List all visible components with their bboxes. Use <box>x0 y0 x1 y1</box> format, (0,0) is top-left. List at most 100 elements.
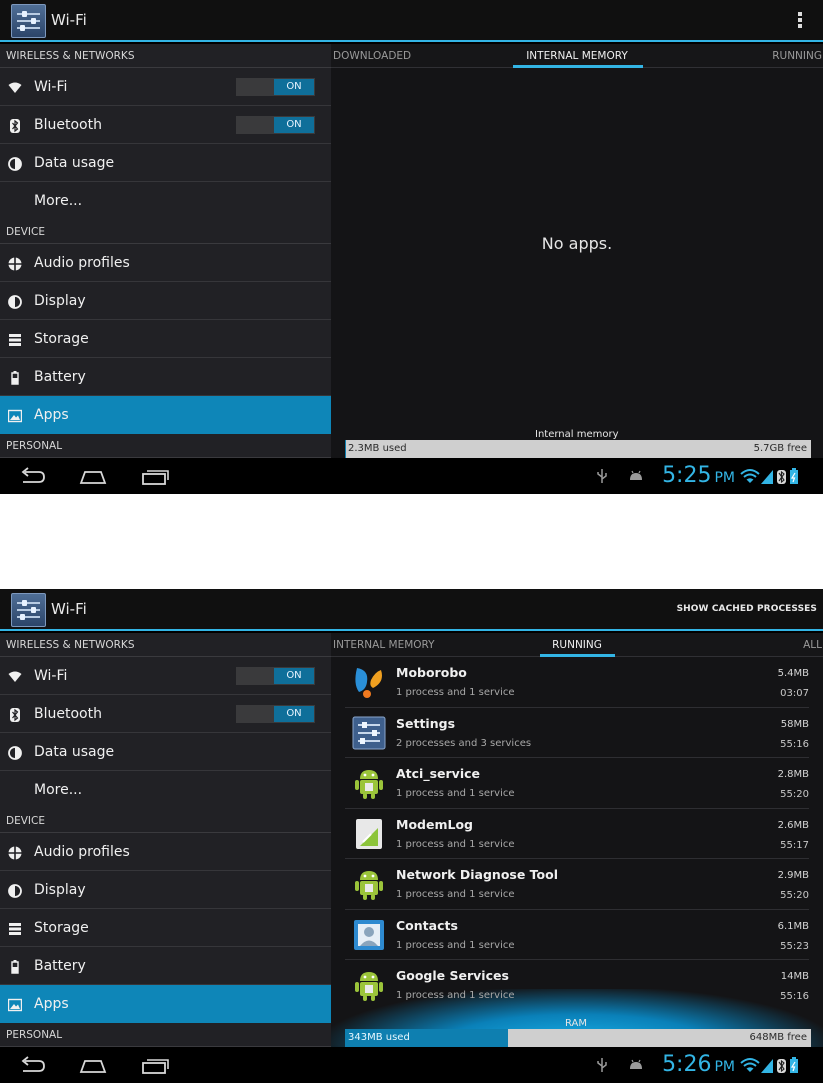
settings-item-label: Display <box>34 293 86 309</box>
settings-item-more[interactable]: More... <box>0 771 331 809</box>
settings-item-battery[interactable]: Battery <box>0 358 331 396</box>
settings-item-audio-profiles[interactable]: Audio profiles <box>0 833 331 871</box>
data-usage-icon <box>8 745 22 760</box>
process-time: 55:23 <box>780 940 809 952</box>
settings-item-battery[interactable]: Battery <box>0 947 331 985</box>
action-bar-title[interactable]: Wi-Fi <box>51 600 87 618</box>
settings-item-bluetooth[interactable]: Bluetooth ON <box>0 106 331 144</box>
show-cached-processes-button[interactable]: SHOW CACHED PROCESSES <box>677 604 817 614</box>
settings-item-audio-profiles[interactable]: Audio profiles <box>0 244 331 282</box>
storage-icon <box>8 332 22 346</box>
settings-item-more[interactable]: More... <box>0 182 331 220</box>
settings-item-bluetooth[interactable]: Bluetooth ON <box>0 695 331 733</box>
back-icon[interactable] <box>17 466 47 486</box>
process-time: 55:16 <box>780 991 809 1002</box>
settings-app-icon[interactable] <box>11 593 46 627</box>
empty-message: No apps. <box>541 234 613 253</box>
process-name: Atci_service <box>396 766 480 781</box>
process-row[interactable]: Network Diagnose Tool 1 process and 1 se… <box>345 859 809 910</box>
process-time: 55:20 <box>780 789 809 800</box>
back-icon[interactable] <box>17 1055 47 1075</box>
settings-item-wi-fi[interactable]: Wi-Fi ON <box>0 657 331 695</box>
status-icons[interactable] <box>739 1056 815 1074</box>
android-icon <box>351 866 387 902</box>
wi-fi-toggle[interactable]: ON <box>236 78 315 96</box>
tab-internal-memory[interactable]: INTERNAL MEMORY <box>331 50 823 62</box>
tab-all[interactable]: ALL <box>803 639 822 651</box>
recent-apps-icon[interactable] <box>140 466 170 486</box>
settings-item-display[interactable]: Display <box>0 282 331 320</box>
settings-item-label: Apps <box>34 407 69 423</box>
settings-item-storage[interactable]: Storage <box>0 320 331 358</box>
process-row[interactable]: Settings 2 processes and 3 services 58MB… <box>345 708 809 758</box>
contacts-icon <box>351 917 387 953</box>
data-usage-icon <box>8 156 22 171</box>
memory-label: Internal memory <box>535 429 619 440</box>
bluetooth-icon <box>8 707 22 722</box>
process-size: 6.1MB <box>777 920 809 932</box>
memory-label: RAM <box>565 1018 588 1029</box>
settings-item-apps[interactable]: Apps <box>0 396 331 434</box>
status-icons[interactable] <box>739 467 815 485</box>
section-header: DEVICE <box>0 220 331 244</box>
battery-icon <box>8 370 22 385</box>
toggle-state: ON <box>274 668 314 684</box>
process-row[interactable]: ModemLog 1 process and 1 service 2.6MB 5… <box>345 809 809 859</box>
process-row[interactable]: Atci_service 1 process and 1 service 2.8… <box>345 758 809 809</box>
settings-item-storage[interactable]: Storage <box>0 909 331 947</box>
section-header: PERSONAL <box>0 434 331 458</box>
android-icon <box>351 967 387 1003</box>
section-header: DEVICE <box>0 809 331 833</box>
process-description: 1 process and 1 service <box>396 788 515 799</box>
wifi-signal-icon <box>740 469 760 483</box>
apps-icon <box>7 997 23 1012</box>
bluetooth-toggle[interactable]: ON <box>236 705 315 723</box>
tab-running[interactable]: RUNNING <box>772 50 822 62</box>
settings-app-icon[interactable] <box>11 4 46 38</box>
process-row[interactable]: Google Services 1 process and 1 service … <box>345 960 809 1011</box>
navigation-bar: 5:26 PM <box>0 1047 823 1083</box>
settings-item-display[interactable]: Display <box>0 871 331 909</box>
clock[interactable]: 5:25 PM <box>662 463 735 488</box>
battery-status-icon <box>790 468 798 484</box>
section-header: PERSONAL <box>0 1023 331 1047</box>
memory-free-text: 648MB free <box>749 1032 807 1043</box>
audio-profiles-icon <box>8 256 22 271</box>
clock-time: 5:26 <box>662 1052 712 1077</box>
action-bar-title[interactable]: Wi-Fi <box>51 11 87 29</box>
android-icon <box>351 765 387 801</box>
tab-running[interactable]: RUNNING <box>331 639 823 651</box>
action-bar: Wi-Fi <box>0 0 823 42</box>
settings-item-wi-fi[interactable]: Wi-Fi ON <box>0 68 331 106</box>
process-name: Google Services <box>396 968 509 983</box>
settings-item-apps[interactable]: Apps <box>0 985 331 1023</box>
process-name: Settings <box>396 715 456 731</box>
process-size: 14MB <box>780 971 809 982</box>
overflow-menu-icon[interactable] <box>797 12 803 32</box>
settings-item-label: Battery <box>34 958 86 974</box>
clock-ampm: PM <box>714 1059 735 1075</box>
bluetooth-toggle[interactable]: ON <box>236 116 315 134</box>
wi-fi-toggle[interactable]: ON <box>236 667 315 685</box>
section-header: WIRELESS & NETWORKS <box>0 44 331 68</box>
home-icon[interactable] <box>78 1055 108 1075</box>
battery-status-icon <box>790 1057 798 1073</box>
memory-usage-bar: 343MB used 648MB free <box>345 1029 811 1047</box>
process-row[interactable]: Contacts 1 process and 1 service 6.1MB 5… <box>345 910 809 960</box>
settings-item-label: Display <box>34 882 86 898</box>
settings-item-label: Bluetooth <box>34 706 102 722</box>
process-row[interactable]: Moborobo 1 process and 1 service 5.4MB 0… <box>345 657 809 708</box>
process-size: 5.4MB <box>777 668 809 679</box>
settings-item-label: More... <box>34 782 83 798</box>
toggle-state: ON <box>274 79 314 95</box>
settings-item-data-usage[interactable]: Data usage <box>0 733 331 771</box>
process-name: Contacts <box>396 917 458 933</box>
settings-item-data-usage[interactable]: Data usage <box>0 144 331 182</box>
clock[interactable]: 5:26 PM <box>662 1052 735 1077</box>
process-description: 2 processes and 3 services <box>396 737 532 749</box>
home-icon[interactable] <box>78 466 108 486</box>
display-icon <box>8 883 22 898</box>
apps-pane: DOWNLOADED INTERNAL MEMORY RUNNING No apps… <box>331 44 823 458</box>
recent-apps-icon[interactable] <box>140 1055 170 1075</box>
navigation-bar: 5:25 PM <box>0 458 823 494</box>
